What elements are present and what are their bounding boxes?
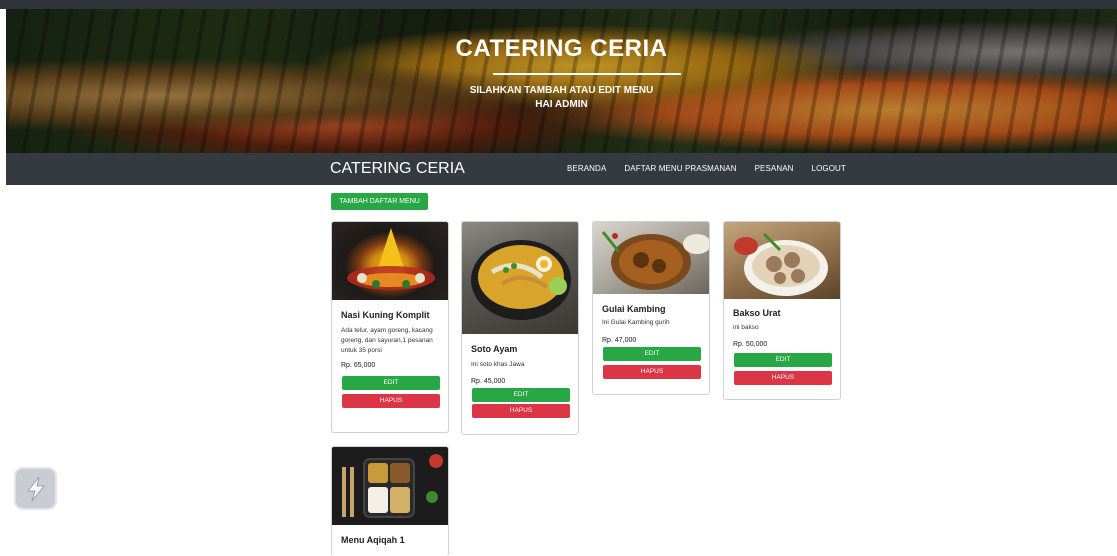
nav-link-pesanan[interactable]: PESANAN bbox=[755, 164, 794, 173]
menu-card: Bakso Urat ini bakso Rp. 50,000 EDIT HAP… bbox=[723, 221, 841, 400]
top-strip bbox=[0, 0, 1117, 9]
lightning-app-icon[interactable] bbox=[14, 467, 57, 510]
menu-price: Rp. 65,000 bbox=[341, 362, 376, 369]
menu-title: Nasi Kuning Komplit bbox=[341, 310, 430, 320]
menu-description: Ini soto khas Jawa bbox=[471, 361, 525, 368]
menu-card: Nasi Kuning Komplit Ada telur, ayam gore… bbox=[331, 221, 449, 433]
menu-description: Ada telur, ayam goreng, kacang goreng, d… bbox=[341, 327, 433, 354]
menu-image bbox=[332, 222, 448, 300]
hero-divider bbox=[493, 73, 681, 75]
edit-button[interactable]: EDIT bbox=[342, 376, 440, 390]
menu-description: Ini Gulai Kambing gurih bbox=[602, 319, 670, 326]
edit-button[interactable]: EDIT bbox=[603, 347, 701, 361]
nav-link-logout[interactable]: LOGOUT bbox=[812, 164, 846, 173]
menu-title: Soto Ayam bbox=[471, 344, 518, 354]
menu-card: Menu Aqiqah 1 bbox=[331, 446, 449, 556]
delete-button[interactable]: HAPUS bbox=[472, 404, 570, 418]
menu-card: Gulai Kambing Ini Gulai Kambing gurih Rp… bbox=[592, 221, 710, 395]
delete-button[interactable]: HAPUS bbox=[734, 371, 832, 385]
nav-link-beranda[interactable]: BERANDA bbox=[567, 164, 606, 173]
nav-links: BERANDA DAFTAR MENU PRASMANAN PESANAN LO… bbox=[567, 164, 864, 173]
menu-image bbox=[332, 447, 448, 525]
delete-button[interactable]: HAPUS bbox=[342, 394, 440, 408]
menu-title: Bakso Urat bbox=[733, 308, 781, 318]
edit-button[interactable]: EDIT bbox=[472, 388, 570, 402]
menu-image bbox=[462, 222, 578, 334]
menu-price: Rp. 50,000 bbox=[733, 341, 768, 348]
menu-title: Gulai Kambing bbox=[602, 304, 666, 314]
hero-title: CATERING CERIA bbox=[455, 35, 668, 62]
delete-button[interactable]: HAPUS bbox=[603, 365, 701, 379]
navbar: CATERING CERIA BERANDA DAFTAR MENU PRASM… bbox=[6, 153, 1117, 185]
menu-image bbox=[593, 222, 709, 294]
menu-card: Soto Ayam Ini soto khas Jawa Rp. 45,000 … bbox=[461, 221, 579, 435]
navbar-brand[interactable]: CATERING CERIA bbox=[330, 160, 465, 178]
menu-image bbox=[724, 222, 840, 299]
hero-banner: CATERING CERIA SILAHKAN TAMBAH ATAU EDIT… bbox=[6, 9, 1117, 153]
menu-price: Rp. 47,000 bbox=[602, 337, 637, 344]
menu-description: ini bakso bbox=[733, 324, 759, 331]
edit-button[interactable]: EDIT bbox=[734, 353, 832, 367]
add-menu-button[interactable]: TAMBAH DAFTAR MENU bbox=[331, 193, 428, 210]
hero-subtitle: SILAHKAN TAMBAH ATAU EDIT MENU HAI ADMIN bbox=[469, 85, 654, 110]
menu-price: Rp. 45,000 bbox=[471, 378, 506, 385]
nav-link-daftar-menu[interactable]: DAFTAR MENU PRASMANAN bbox=[624, 164, 736, 173]
menu-title: Menu Aqiqah 1 bbox=[341, 535, 405, 545]
